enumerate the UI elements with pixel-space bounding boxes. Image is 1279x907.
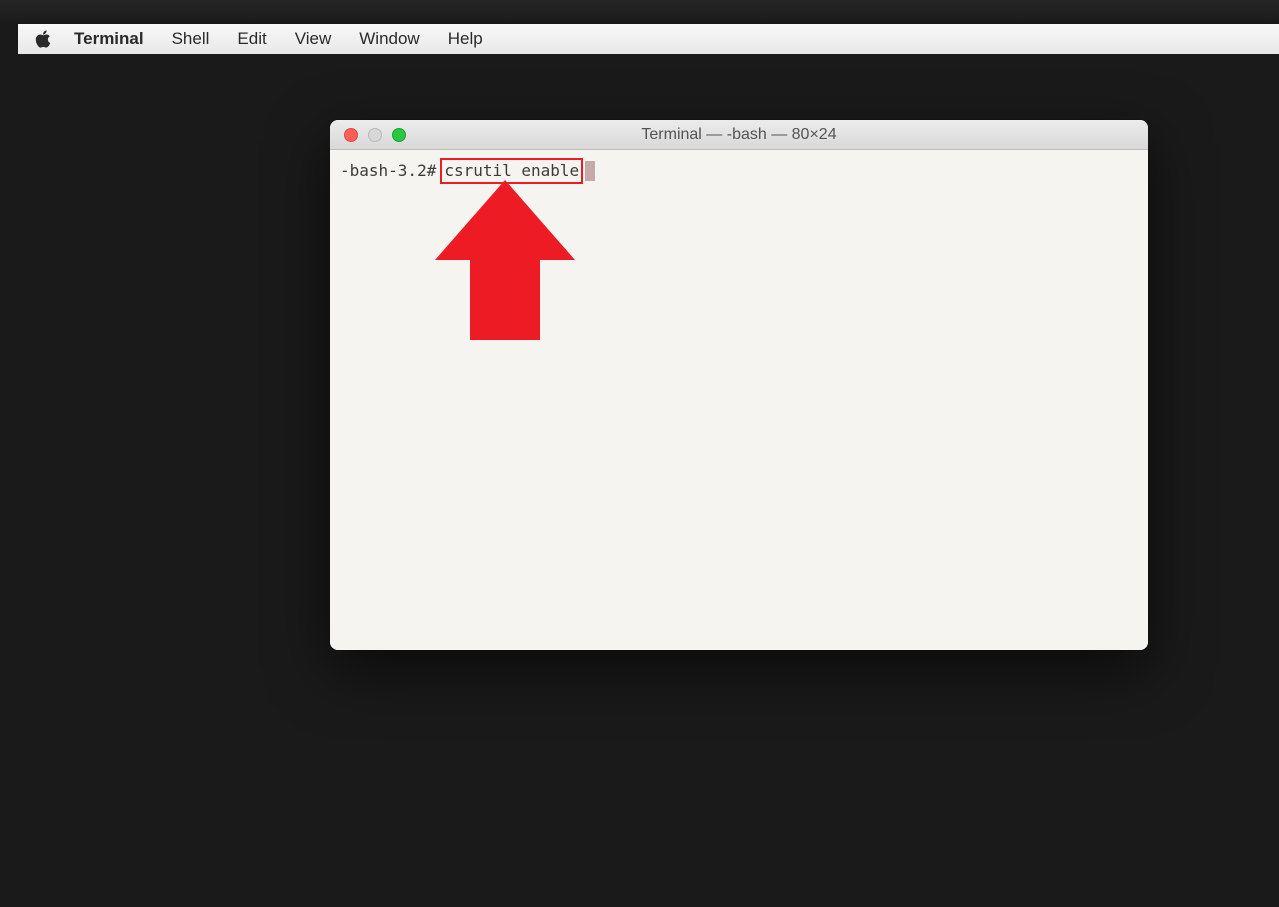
desktop: Terminal — -bash — 80×24 -bash-3.2# csru…: [18, 54, 1279, 907]
minimize-button[interactable]: [368, 128, 382, 142]
menubar-item-shell[interactable]: Shell: [172, 29, 210, 49]
menubar-item-view[interactable]: View: [295, 29, 332, 49]
prompt: -bash-3.2#: [340, 160, 436, 182]
menubar-item-window[interactable]: Window: [359, 29, 419, 49]
close-button[interactable]: [344, 128, 358, 142]
terminal-body[interactable]: -bash-3.2# csrutil enable: [330, 150, 1148, 650]
menubar-app-name[interactable]: Terminal: [74, 29, 144, 49]
arrow-annotation-icon: [435, 180, 575, 350]
menubar-item-edit[interactable]: Edit: [237, 29, 266, 49]
zoom-button[interactable]: [392, 128, 406, 142]
traffic-lights: [330, 128, 406, 142]
menubar-item-help[interactable]: Help: [448, 29, 483, 49]
apple-logo-icon[interactable]: [34, 30, 52, 48]
window-title: Terminal — -bash — 80×24: [330, 126, 1148, 144]
terminal-window: Terminal — -bash — 80×24 -bash-3.2# csru…: [330, 120, 1148, 650]
terminal-line: -bash-3.2# csrutil enable: [340, 158, 1138, 184]
cursor-icon: [585, 161, 595, 181]
titlebar[interactable]: Terminal — -bash — 80×24: [330, 120, 1148, 150]
menubar: Terminal Shell Edit View Window Help: [18, 24, 1279, 54]
command-text: csrutil enable: [440, 158, 583, 184]
